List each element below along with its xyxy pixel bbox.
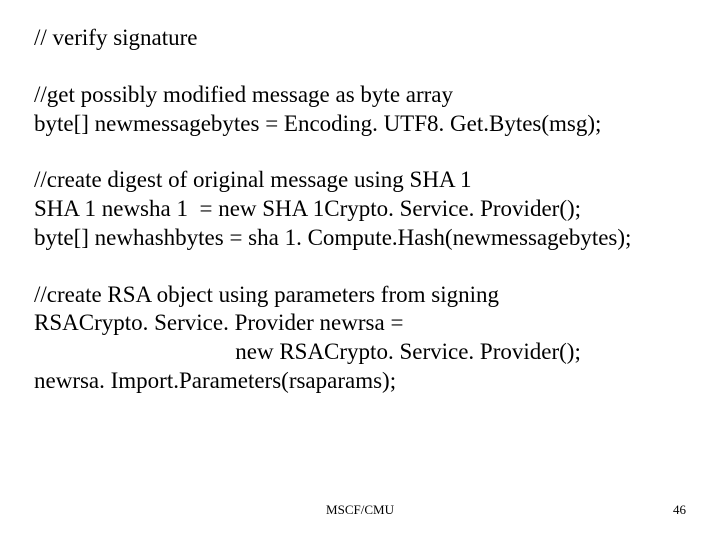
slide: // verify signature //get possibly modif… [0, 0, 720, 540]
code-line: //get possibly modified message as byte … [34, 81, 686, 139]
code-line: //create digest of original message usin… [34, 166, 686, 252]
footer-text: MSCF/CMU [0, 502, 720, 518]
code-line: //create RSA object using parameters fro… [34, 281, 686, 396]
code-line: // verify signature [34, 24, 686, 53]
page-number: 46 [673, 502, 686, 518]
code-block: // verify signature //get possibly modif… [34, 24, 686, 396]
